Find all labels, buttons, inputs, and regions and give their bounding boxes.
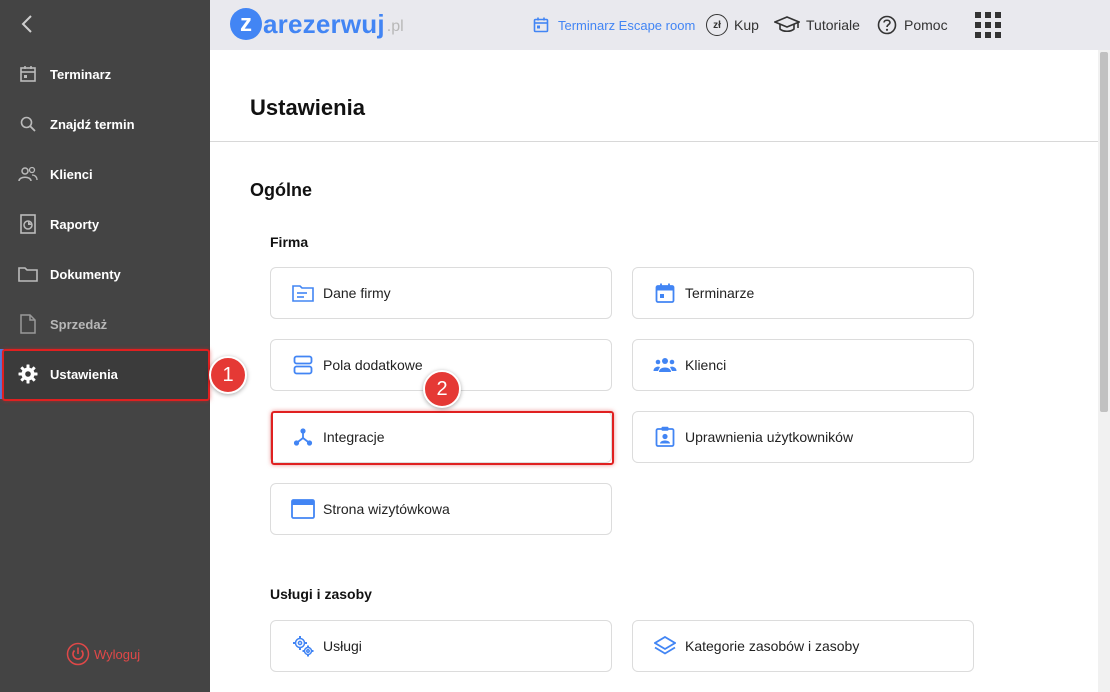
sidebar: Terminarz Znajdź termin Klienci Raporty … [0,0,210,692]
card-terminarze[interactable]: Terminarze [632,267,974,319]
calendar-icon [653,281,677,305]
clients-icon [653,353,677,377]
sidebar-item-label: Terminarz [50,66,112,82]
sidebar-item-klienci[interactable]: Klienci [0,149,210,199]
tutorials-link[interactable]: Tutoriale [774,0,860,50]
divider [210,141,1098,142]
sidebar-item-label: Ustawienia [50,366,118,382]
logout-label: Wyloguj [94,646,141,662]
user-permissions-icon [653,425,677,449]
graduation-cap-icon [774,14,800,36]
logout-button[interactable]: Wyloguj [66,642,140,666]
top-bar: z arezerwuj .pl Terminarz Escape room zł… [210,0,1110,50]
logo-tld: .pl [386,17,404,35]
card-label: Strona wizytówkowa [323,501,450,517]
currency-icon: zł [706,14,728,36]
calendar-link-label: Terminarz Escape room [558,17,696,33]
card-label: Uprawnienia użytkowników [685,429,854,445]
sidebar-item-label: Sprzedaż [50,316,108,332]
subsection-title-firma: Firma [270,234,309,250]
logo-initial: z [230,8,262,40]
folder-icon [18,264,38,284]
tutorials-label: Tutoriale [806,17,860,33]
layers-icon [653,634,677,658]
scrollbar[interactable] [1098,50,1110,692]
card-label: Pola dodatkowe [323,357,423,373]
document-icon [18,314,38,334]
card-klienci[interactable]: Klienci [632,339,974,391]
card-uslugi[interactable]: Usługi [270,620,612,672]
card-uprawnienia-uzytkownikow[interactable]: Uprawnienia użytkowników [632,411,974,463]
card-label: Klienci [685,357,727,373]
company-data-icon [291,281,315,305]
subsection-title-uslugi-i-zasoby: Usługi i zasoby [270,586,372,602]
sidebar-item-label: Raporty [50,216,100,232]
card-integracje[interactable]: Integracje [270,411,612,463]
web-page-icon [291,497,315,521]
buy-label: Kup [734,17,759,33]
card-label: Kategorie zasobów i zasoby [685,638,860,654]
apps-grid-icon[interactable] [974,11,1002,39]
sidebar-item-label: Znajdź termin [50,116,135,132]
search-icon [18,114,38,134]
sidebar-item-label: Dokumenty [50,266,121,282]
card-label: Usługi [323,638,362,654]
settings-panel: Ustawienia Ogólne Firma Dane firmy Termi… [210,50,1098,692]
calendar-icon [18,64,38,84]
help-label: Pomoc [904,17,948,33]
step-badge-2: 2 [423,370,461,408]
sidebar-item-ustawienia[interactable]: Ustawienia [0,349,210,399]
calendar-icon [530,14,552,36]
back-arrow-icon[interactable] [16,12,40,36]
gear-icon [18,364,38,384]
help-link[interactable]: Pomoc [876,0,948,50]
users-icon [18,164,38,184]
card-label: Dane firmy [323,285,391,301]
help-icon [876,14,898,36]
card-kategorie-zasobow[interactable]: Kategorie zasobów i zasoby [632,620,974,672]
card-label: Terminarze [685,285,755,301]
sidebar-item-sprzedaz[interactable]: Sprzedaż [0,299,210,349]
fields-icon [291,353,315,377]
card-strona-wizytowkowa[interactable]: Strona wizytówkowa [270,483,612,535]
sidebar-item-label: Klienci [50,166,93,182]
scrollbar-thumb[interactable] [1100,52,1108,412]
power-icon [66,642,90,666]
card-label: Integracje [323,429,385,445]
buy-link[interactable]: zł Kup [706,0,759,50]
card-dane-firmy[interactable]: Dane firmy [270,267,612,319]
services-icon [291,634,315,658]
section-title-general: Ogólne [250,180,312,200]
report-icon [18,214,38,234]
logo-text: arezerwuj [263,8,385,39]
integration-icon [291,425,315,449]
sidebar-item-raporty[interactable]: Raporty [0,199,210,249]
sidebar-item-znajdz-termin[interactable]: Znajdź termin [0,99,210,149]
sidebar-item-terminarz[interactable]: Terminarz [0,49,210,99]
sidebar-item-dokumenty[interactable]: Dokumenty [0,249,210,299]
brand-logo[interactable]: z arezerwuj .pl [230,8,404,40]
page-title: Ustawienia [250,95,365,120]
step-badge-1: 1 [209,356,247,394]
calendar-link[interactable]: Terminarz Escape room [530,0,695,50]
